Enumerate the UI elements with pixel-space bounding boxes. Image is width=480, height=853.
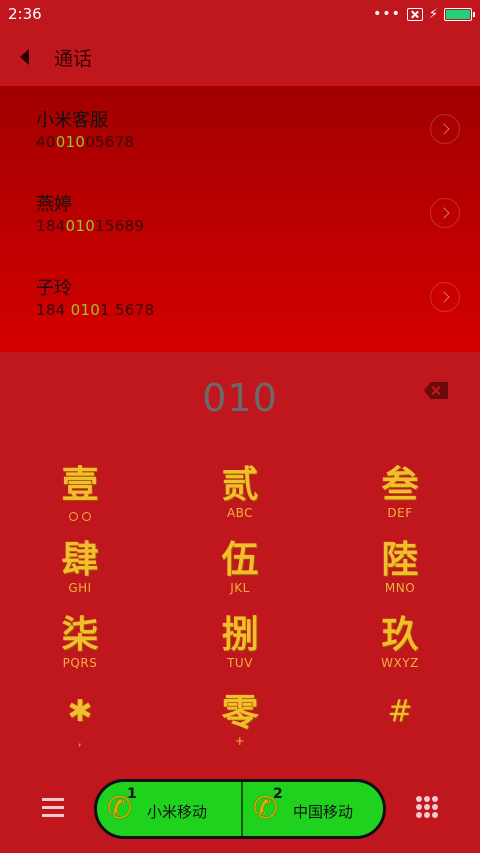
dial-number-display: 010 <box>202 376 278 420</box>
more-dots-icon: ••• <box>373 6 401 22</box>
key-star-glyph: ✱ <box>67 694 93 729</box>
key-3-letters: DEF <box>387 506 413 520</box>
key-0[interactable]: 零 + <box>190 690 290 760</box>
key-star-sub: , <box>77 734 83 748</box>
key-8-letters: TUV <box>227 656 253 670</box>
key-6-glyph: 陸 <box>381 537 419 581</box>
contact-name: 燕婷 <box>36 194 72 215</box>
status-bar: 2:36 ••• ⚡ <box>0 0 480 28</box>
back-icon[interactable] <box>20 49 29 65</box>
key-0-plus: + <box>234 734 246 748</box>
key-2-glyph: 贰 <box>221 462 259 506</box>
contact-number: 184 0101 5678 <box>36 301 155 319</box>
charging-icon: ⚡ <box>428 6 438 22</box>
key-0-glyph: 零 <box>221 690 259 734</box>
no-sim-icon <box>406 7 423 21</box>
key-4-letters: GHI <box>68 581 92 595</box>
key-3[interactable]: 叁 DEF <box>350 462 450 532</box>
key-hash-glyph: # <box>387 694 413 729</box>
key-7[interactable]: 柒 PQRS <box>30 612 130 682</box>
key-hash[interactable]: # <box>350 690 450 760</box>
status-time: 2:36 <box>8 5 42 23</box>
key-6[interactable]: 陸 MNO <box>350 537 450 607</box>
sim1-carrier-label: 小米移动 <box>147 803 208 821</box>
key-4-glyph: 肆 <box>61 537 99 581</box>
result-item[interactable]: 燕婷 18401015689 <box>0 170 480 254</box>
contact-number: 18401015689 <box>36 217 145 235</box>
key-5[interactable]: 伍 JKL <box>190 537 290 607</box>
key-7-glyph: 柒 <box>61 612 99 656</box>
key-5-letters: JKL <box>230 581 250 595</box>
battery-icon <box>444 7 475 21</box>
key-2-letters: ABC <box>226 506 254 520</box>
key-9[interactable]: 玖 WXYZ <box>350 612 450 682</box>
call-sim2-button[interactable]: ✆ 2 中国移动 <box>243 782 383 836</box>
key-8[interactable]: 捌 TUV <box>190 612 290 682</box>
key-star[interactable]: ✱ , <box>30 690 130 760</box>
app-bar: 通话 <box>0 28 480 86</box>
key-5-glyph: 伍 <box>221 537 259 581</box>
page-title: 通话 <box>54 48 93 70</box>
call-sim1-button[interactable]: ✆ 1 小米移动 <box>97 782 241 836</box>
contact-name: 子玲 <box>36 278 72 299</box>
result-item[interactable]: 小米客服 4001005678 <box>0 86 480 170</box>
key-8-glyph: 捌 <box>221 612 259 656</box>
key-7-letters: PQRS <box>62 656 98 670</box>
search-result-list: 小米客服 4001005678 燕婷 18401015689 子玲 184 01… <box>0 86 480 352</box>
dual-sim-call-buttons: ✆ 1 小米移动 ✆ 2 中国移动 <box>94 779 386 839</box>
contact-number: 4001005678 <box>36 133 135 151</box>
contact-detail-chevron-icon[interactable] <box>430 198 460 228</box>
status-icons: ••• ⚡ <box>373 6 475 22</box>
key-6-letters: MNO <box>384 581 416 595</box>
contact-detail-chevron-icon[interactable] <box>430 114 460 144</box>
key-9-letters: WXYZ <box>381 656 419 670</box>
bottom-bar: ✆ 1 小米移动 ✆ 2 中国移动 <box>0 770 480 853</box>
keypad-toggle-icon[interactable] <box>416 796 438 818</box>
key-2[interactable]: 贰 ABC <box>190 462 290 532</box>
result-item[interactable]: 子玲 184 0101 5678 <box>0 254 480 338</box>
sim-index: 1 <box>127 786 137 802</box>
key-4[interactable]: 肆 GHI <box>30 537 130 607</box>
key-3-glyph: 叁 <box>381 462 419 506</box>
key-1-glyph: 壹 <box>61 462 99 506</box>
contact-name: 小米客服 <box>36 110 108 131</box>
key-1[interactable]: 壹 <box>30 462 130 532</box>
key-9-glyph: 玖 <box>381 612 419 656</box>
menu-icon[interactable] <box>42 798 64 817</box>
contact-detail-chevron-icon[interactable] <box>430 282 460 312</box>
voicemail-icon <box>69 512 91 521</box>
sim2-carrier-label: 中国移动 <box>293 803 354 821</box>
sim-index: 2 <box>273 786 283 802</box>
